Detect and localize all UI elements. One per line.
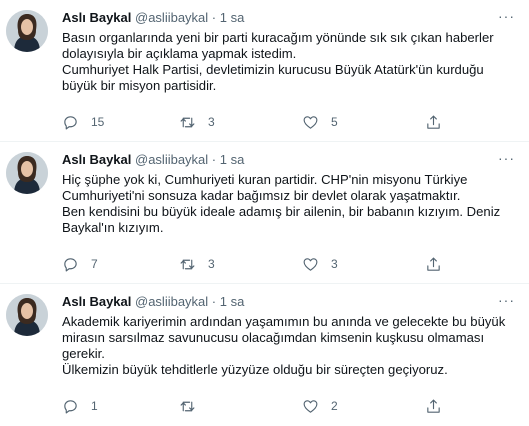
- display-name[interactable]: Aslı Baykal: [62, 152, 131, 167]
- tweet-actions: 15 3 5: [62, 112, 482, 132]
- handle[interactable]: @asliibaykal: [135, 152, 208, 167]
- like-button[interactable]: 3: [302, 254, 338, 274]
- tweet-line: Akademik kariyerimin ardından yaşamımın …: [62, 314, 506, 329]
- heart-icon: [303, 115, 318, 129]
- display-name[interactable]: Aslı Baykal: [62, 294, 131, 309]
- tweet[interactable]: Aslı Baykal @asliibaykal · 1 sa ··· Bası…: [0, 0, 529, 142]
- tweet-line: Baykal'ın kızıyım.: [62, 220, 164, 235]
- reply-icon: [64, 399, 77, 413]
- reply-button[interactable]: 7: [62, 254, 98, 274]
- timestamp[interactable]: 1 sa: [220, 10, 245, 25]
- tweet-header: Aslı Baykal @asliibaykal · 1 sa: [62, 294, 244, 310]
- share-icon: [427, 115, 440, 129]
- share-button[interactable]: [425, 396, 442, 416]
- heart-icon: [303, 399, 318, 413]
- retweet-button[interactable]: 3: [179, 254, 215, 274]
- handle[interactable]: @asliibaykal: [135, 10, 208, 25]
- avatar[interactable]: [6, 10, 48, 52]
- tweet-line: Cumhuriyet Halk Partisi, devletimizin ku…: [62, 62, 484, 77]
- reply-count: 15: [91, 115, 105, 129]
- tweet-text: Hiç şüphe yok ki, Cumhuriyeti kuran part…: [62, 172, 522, 236]
- avatar[interactable]: [6, 152, 48, 194]
- timestamp[interactable]: 1 sa: [220, 152, 245, 167]
- tweet-text: Basın organlarında yeni bir parti kuraca…: [62, 30, 522, 94]
- tweet[interactable]: Aslı Baykal @asliibaykal · 1 sa ··· Akad…: [0, 284, 529, 426]
- tweet-line: Ben kendisini bu büyük ideale adamış bir…: [62, 204, 501, 219]
- tweet-line: Ülkemizin büyük tehditlerle yüzyüze oldu…: [62, 362, 448, 377]
- tweet-line: Basın organlarında yeni bir parti kuraca…: [62, 30, 494, 45]
- retweet-icon: [180, 401, 195, 411]
- tweet-line: büyük bir misyon partisidir.: [62, 78, 217, 93]
- share-icon: [427, 399, 440, 413]
- retweet-icon: [180, 117, 195, 127]
- retweet-icon: [180, 259, 195, 269]
- heart-icon: [303, 257, 318, 271]
- tweet-line: Cumhuriyeti'ni sonsuza kadar bağımsız bi…: [62, 188, 461, 203]
- retweet-count: 3: [208, 257, 215, 271]
- like-button[interactable]: 5: [302, 112, 338, 132]
- share-icon: [427, 257, 440, 271]
- tweet-line: dolayısıyla bir açıklama yapmak istedim.: [62, 46, 297, 61]
- reply-icon: [64, 257, 77, 271]
- more-icon[interactable]: ···: [498, 292, 515, 308]
- retweet-count: 3: [208, 115, 215, 129]
- reply-count: 1: [91, 399, 98, 413]
- display-name[interactable]: Aslı Baykal: [62, 10, 131, 25]
- reply-button[interactable]: 1: [62, 396, 98, 416]
- reply-count: 7: [91, 257, 98, 271]
- tweet-header: Aslı Baykal @asliibaykal · 1 sa: [62, 152, 244, 168]
- retweet-button[interactable]: [179, 396, 208, 416]
- tweet-actions: 7 3 3: [62, 254, 482, 274]
- timestamp[interactable]: 1 sa: [220, 294, 245, 309]
- tweet-actions: 1 2: [62, 396, 482, 416]
- reply-icon: [64, 115, 77, 129]
- avatar[interactable]: [6, 294, 48, 336]
- handle[interactable]: @asliibaykal: [135, 294, 208, 309]
- tweet-text: Akademik kariyerimin ardından yaşamımın …: [62, 314, 522, 378]
- like-count: 2: [331, 399, 338, 413]
- tweet[interactable]: Aslı Baykal @asliibaykal · 1 sa ··· Hiç …: [0, 142, 529, 284]
- separator-dot: ·: [211, 152, 217, 167]
- share-button[interactable]: [425, 254, 442, 274]
- retweet-button[interactable]: 3: [179, 112, 215, 132]
- like-button[interactable]: 2: [302, 396, 338, 416]
- tweet-line: mirasın sarsılmaz savunucusu olacağımdan…: [62, 330, 485, 345]
- share-button[interactable]: [425, 112, 442, 132]
- separator-dot: ·: [211, 10, 217, 25]
- more-icon[interactable]: ···: [498, 150, 515, 166]
- reply-button[interactable]: 15: [62, 112, 104, 132]
- tweet-header: Aslı Baykal @asliibaykal · 1 sa: [62, 10, 244, 26]
- separator-dot: ·: [211, 294, 217, 309]
- tweet-line: Hiç şüphe yok ki, Cumhuriyeti kuran part…: [62, 172, 468, 187]
- like-count: 5: [331, 115, 338, 129]
- tweet-line: gerekir.: [62, 346, 105, 361]
- more-icon[interactable]: ···: [498, 8, 515, 24]
- like-count: 3: [331, 257, 338, 271]
